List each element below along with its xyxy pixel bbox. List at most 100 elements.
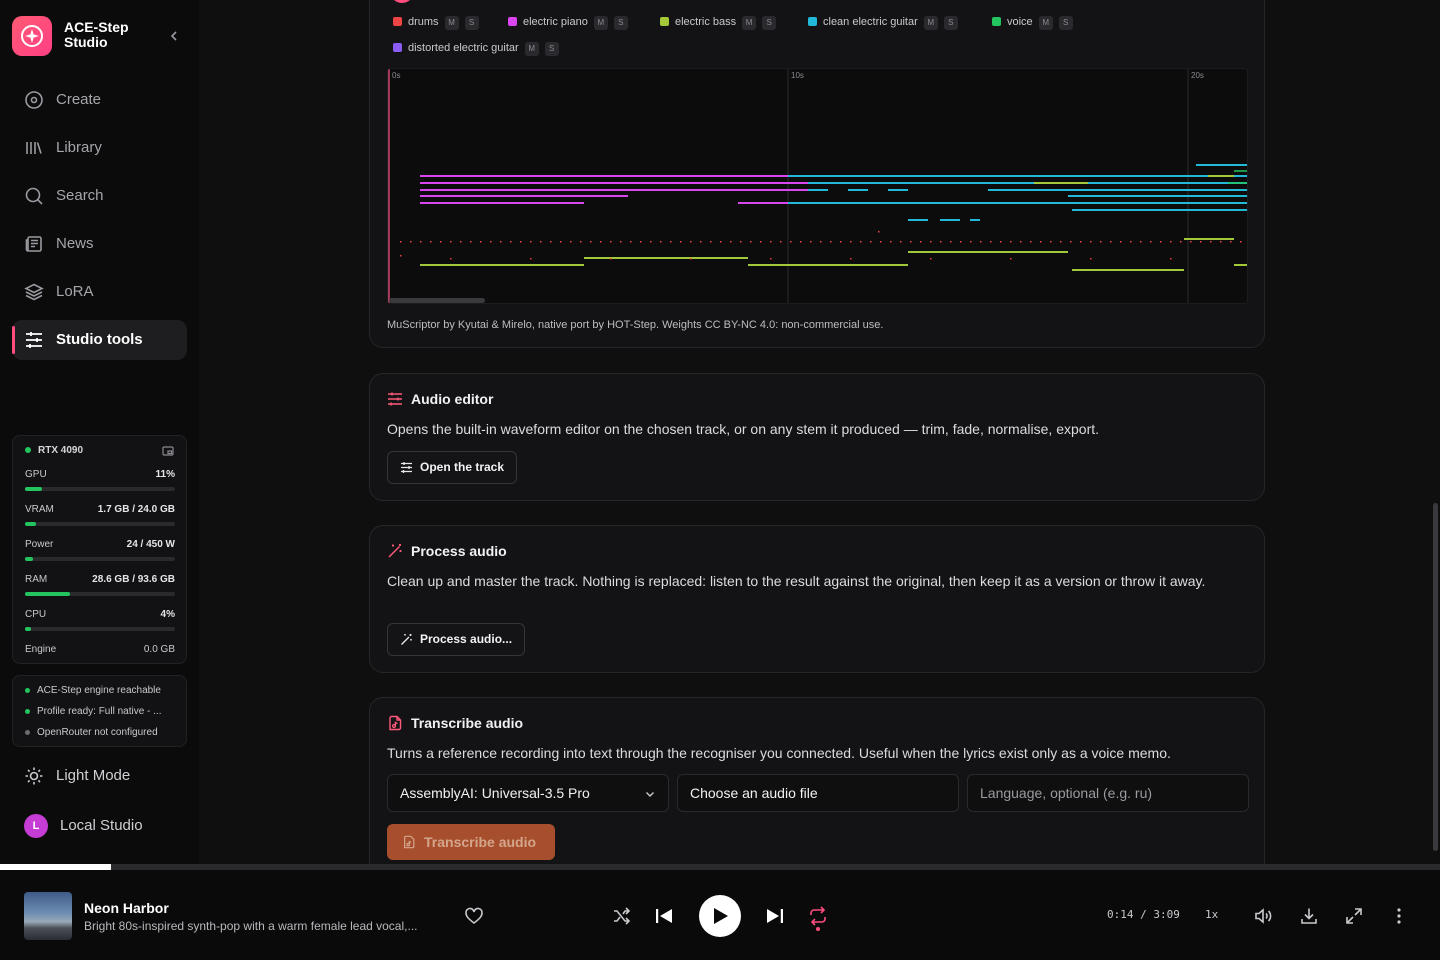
news-icon — [25, 236, 42, 252]
picture-in-picture-icon[interactable] — [162, 445, 174, 457]
player-bar: Neon Harbor Bright 80s-inspired synth-po… — [0, 870, 1440, 960]
piano-roll[interactable]: 0s 10s 20s — [387, 68, 1248, 304]
magic-wand-icon — [388, 544, 402, 558]
audio-file-icon — [404, 835, 415, 849]
nav-label: LoRA — [56, 283, 94, 300]
magic-wand-icon — [401, 634, 412, 645]
layers-icon — [24, 283, 44, 301]
brand-name: ACE-Step Studio — [64, 19, 129, 50]
process-audio-button[interactable]: Process audio... — [387, 623, 526, 656]
metric-fill — [25, 557, 33, 561]
gpu-name: RTX 4090 — [25, 445, 83, 456]
mute-button[interactable]: M — [923, 16, 938, 30]
mute-button[interactable]: M — [593, 16, 608, 30]
time-mark: 0s — [392, 71, 401, 80]
roll-scroll-thumb[interactable] — [389, 298, 485, 303]
expand-icon[interactable] — [1344, 906, 1364, 926]
audio-file-icon — [389, 715, 402, 731]
mute-button[interactable]: M — [742, 16, 757, 30]
solo-button[interactable]: S — [1058, 16, 1073, 30]
metric-fill — [25, 487, 42, 491]
status-dot — [25, 687, 30, 693]
audio-file-picker[interactable]: Choose an audio file — [677, 774, 959, 812]
stem-legend-electric-bass: electric bass M S — [660, 16, 777, 30]
playback-speed[interactable]: 1x — [1205, 908, 1218, 921]
nav-item-library[interactable]: Library — [12, 128, 187, 168]
profile-button[interactable]: L Local Studio — [12, 806, 187, 846]
play-icon — [714, 908, 728, 924]
nav-item-news[interactable]: News — [12, 224, 187, 264]
solo-button[interactable]: S — [943, 16, 958, 30]
collapse-sidebar-icon[interactable] — [164, 26, 184, 46]
main-content: drums M S electric piano M S electric bass M S… — [199, 0, 1440, 864]
track-title[interactable]: Neon Harbor — [84, 900, 169, 916]
profile-name: Local Studio — [60, 817, 143, 834]
stem-legend-distorted-electric-guitar: distorted electric guitar M S — [393, 42, 559, 56]
search-icon — [25, 187, 43, 205]
nav-label: Library — [56, 139, 102, 156]
status-dot — [25, 729, 30, 735]
online-dot — [25, 447, 31, 454]
sliders-icon — [388, 392, 402, 406]
main-scrollbar[interactable] — [1433, 503, 1438, 851]
repeat-icon[interactable] — [808, 906, 828, 926]
card-description: Clean up and master the track. Nothing i… — [387, 573, 1206, 589]
status-dot — [25, 708, 30, 714]
repeat-active-dot — [816, 927, 820, 931]
create-icon — [25, 91, 43, 109]
stem-legend-electric-piano: electric piano M S — [508, 16, 628, 30]
nav-item-create[interactable]: Create — [12, 80, 187, 120]
time-mark: 20s — [1191, 71, 1204, 80]
solo-button[interactable]: S — [464, 16, 479, 30]
status-item: Profile ready: Full native - ... — [25, 706, 162, 717]
card-description: Opens the built-in waveform editor on th… — [387, 421, 1100, 437]
stem-legend-drums: drums M S — [393, 16, 479, 30]
heart-icon[interactable] — [464, 906, 484, 926]
shuffle-icon[interactable] — [612, 906, 632, 926]
mute-button[interactable]: M — [444, 16, 459, 30]
nav-label: News — [56, 235, 94, 252]
sliders-icon — [26, 332, 42, 348]
nav-label: Create — [56, 91, 102, 108]
status-panel: ACE-Step engine reachable Profile ready:… — [12, 675, 187, 747]
card-title: Transcribe audio — [387, 715, 523, 731]
stem-transcription-card: drums M S electric piano M S electric bass M S… — [369, 0, 1265, 348]
nav-item-studio-tools[interactable]: Studio tools — [12, 320, 187, 360]
language-input[interactable]: Language, optional (e.g. ru) — [967, 774, 1249, 812]
mute-button[interactable]: M — [1038, 16, 1053, 30]
stem-legend-voice: voice M S — [992, 16, 1073, 30]
solo-button[interactable]: S — [762, 16, 777, 30]
skip-forward-icon[interactable] — [765, 906, 785, 926]
record-indicator — [390, 0, 414, 3]
track-cover-art[interactable] — [24, 892, 72, 940]
sliders-icon — [401, 462, 412, 473]
nav-item-lora[interactable]: LoRA — [12, 272, 187, 312]
transcribe-audio-button[interactable]: Transcribe audio — [387, 824, 555, 860]
time-mark: 10s — [791, 71, 804, 80]
card-description: Turns a reference recording into text th… — [387, 745, 1171, 761]
recogniser-select[interactable]: AssemblyAI: Universal-3.5 Pro — [387, 774, 669, 812]
download-icon[interactable] — [1299, 906, 1319, 926]
track-description: Bright 80s-inspired synth-pop with a war… — [84, 919, 418, 933]
piano-roll-notes — [388, 69, 1247, 303]
skip-back-icon[interactable] — [654, 906, 674, 926]
solo-button[interactable]: S — [613, 16, 628, 30]
nav-item-search[interactable]: Search — [12, 176, 187, 216]
mute-button[interactable]: M — [524, 42, 539, 56]
brand-logo — [12, 16, 52, 56]
nav-label: Search — [56, 187, 104, 204]
status-item: ACE-Step engine reachable — [25, 685, 161, 696]
more-options-icon[interactable] — [1389, 906, 1409, 926]
solo-button[interactable]: S — [544, 42, 559, 56]
brand[interactable]: ACE-Step Studio — [12, 16, 188, 56]
play-button[interactable] — [699, 895, 741, 937]
nav-label: Studio tools — [56, 331, 143, 348]
metric-fill — [25, 627, 31, 631]
playback-time: 0:14 / 3:09 — [1107, 908, 1180, 921]
open-track-button[interactable]: Open the track — [387, 451, 518, 484]
theme-toggle[interactable]: Light Mode — [12, 756, 187, 796]
stem-legend-clean-electric-guitar: clean electric guitar M S — [808, 16, 958, 30]
audio-editor-card: Audio editor Opens the built-in waveform… — [369, 373, 1265, 501]
theme-label: Light Mode — [56, 767, 131, 784]
volume-icon[interactable] — [1253, 906, 1273, 926]
